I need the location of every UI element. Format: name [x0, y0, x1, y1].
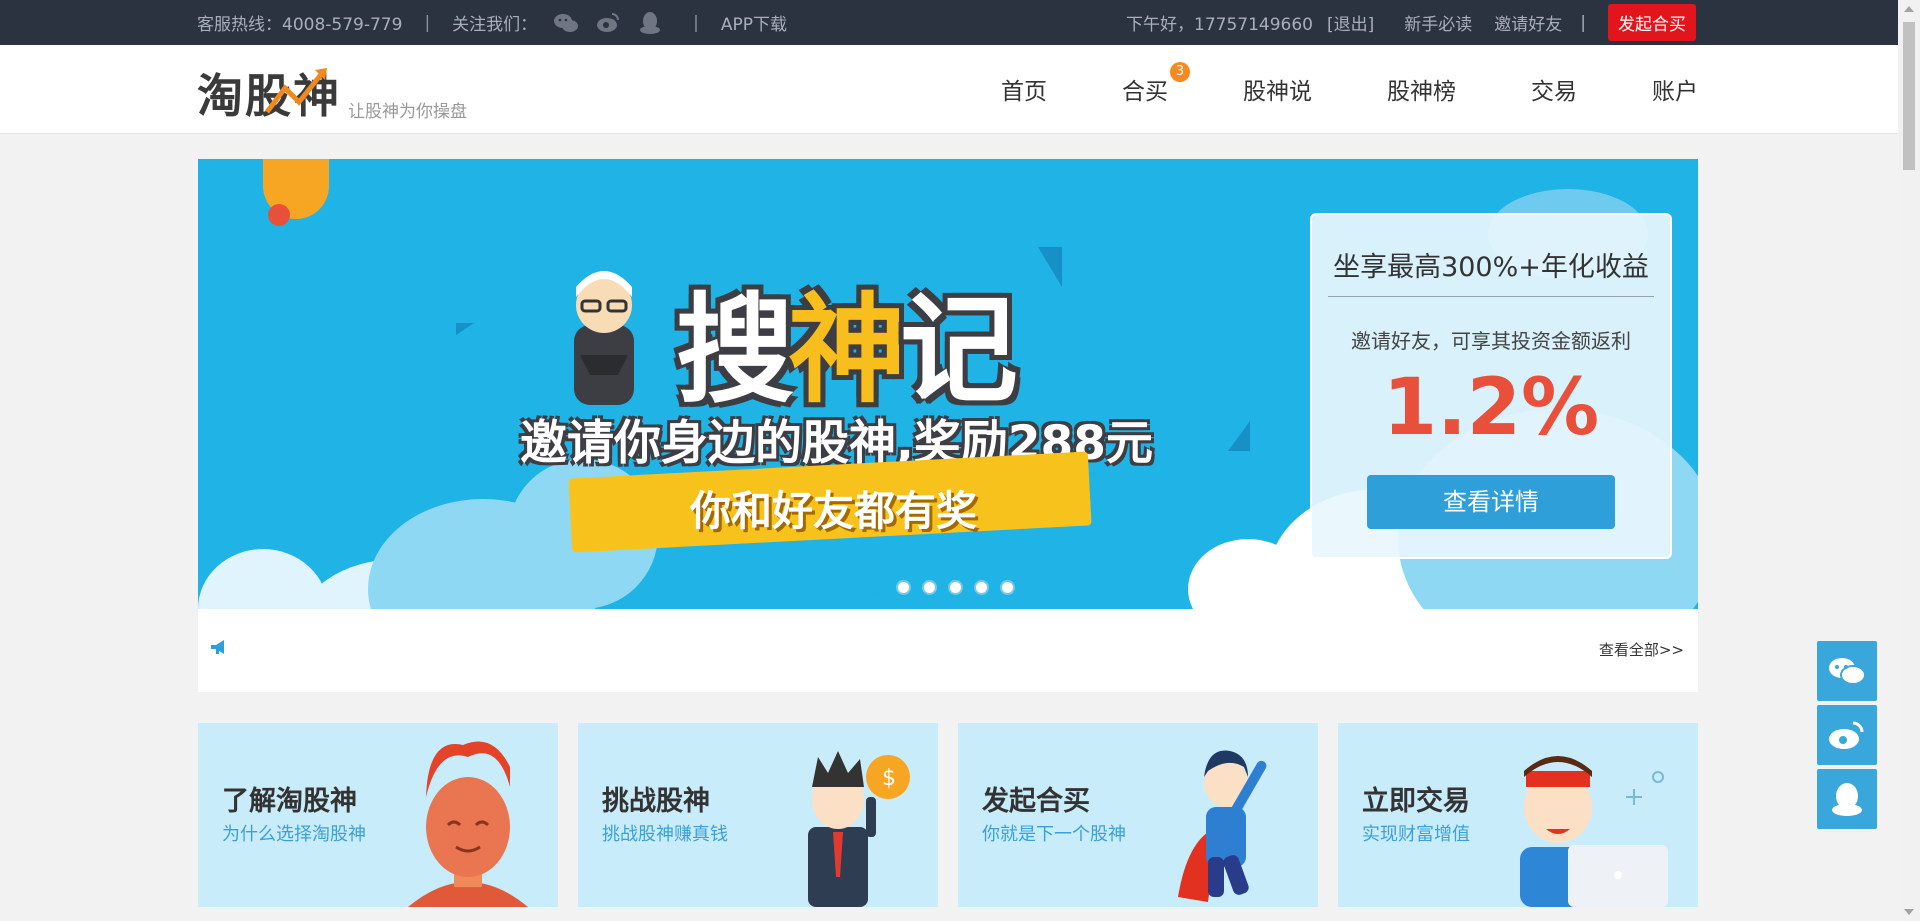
- separator: |: [424, 12, 431, 33]
- vertical-scrollbar[interactable]: [1898, 0, 1920, 921]
- nav-guru-ranking[interactable]: 股神榜: [1387, 72, 1456, 106]
- banner-ribbon-text: 你和好友都有奖: [690, 487, 977, 535]
- feature-title: 发起合买: [982, 786, 1090, 817]
- card-title: 坐享最高300%+年化收益: [1328, 245, 1654, 297]
- carousel-dot[interactable]: [896, 580, 911, 595]
- feature-subtitle: 实现财富增值: [1362, 824, 1470, 845]
- nav-group-buy[interactable]: 合买 3: [1122, 62, 1190, 106]
- view-details-button[interactable]: 查看详情: [1367, 475, 1615, 529]
- trend-arrow-icon: [265, 68, 327, 114]
- side-qq-button[interactable]: [1817, 769, 1877, 829]
- scroll-thumb[interactable]: [1903, 22, 1915, 170]
- side-wechat-button[interactable]: [1817, 641, 1877, 701]
- nav-account[interactable]: 账户: [1652, 72, 1698, 106]
- businessman-coin-icon: $: [808, 751, 910, 907]
- carousel-dot[interactable]: [1000, 580, 1015, 595]
- feature-card-start[interactable]: 发起合买 你就是下一个股神: [958, 723, 1318, 907]
- megaphone-icon: [211, 640, 224, 654]
- superhero-icon: [1178, 750, 1267, 902]
- invite-link[interactable]: 邀请好友: [1494, 10, 1562, 35]
- hotline: 客服热线：4008-579-779: [197, 15, 403, 35]
- newbie-link[interactable]: 新手必读: [1404, 10, 1472, 35]
- start-group-buy-button[interactable]: 发起合买: [1608, 4, 1696, 41]
- invite-card: 坐享最高300%+年化收益 邀请好友，可享其投资金额返利 1.2% 查看详情: [1310, 213, 1672, 559]
- weibo-icon: [1829, 721, 1864, 749]
- title-char-highlight: 神: [788, 281, 906, 419]
- nav-label: 账户: [1652, 79, 1698, 105]
- triangle-decoration: [1038, 247, 1062, 287]
- view-all-link[interactable]: 查看全部>>: [1599, 639, 1684, 660]
- slogan: 让股神为你操盘: [348, 102, 467, 122]
- scroll-down-arrow[interactable]: [1904, 909, 1914, 915]
- nav-label: 交易: [1531, 79, 1577, 105]
- nav-guru-talk[interactable]: 股神说: [1243, 72, 1312, 106]
- feature-title: 立即交易: [1362, 786, 1470, 817]
- cartoon-guru-icon: [574, 271, 634, 405]
- card-description: 邀请好友，可享其投资金额返利: [1351, 329, 1631, 353]
- top-bar: 客服热线：4008-579-779 | 关注我们： | APP下载 下午好，17…: [0, 0, 1898, 45]
- carousel-dot[interactable]: [948, 580, 963, 595]
- feature-card-about[interactable]: 了解淘股神 为什么选择淘股神: [198, 723, 558, 907]
- smiling-man-icon: [408, 741, 528, 907]
- feature-card-challenge[interactable]: 挑战股神 挑战股神赚真钱 $: [578, 723, 938, 907]
- carousel-dot[interactable]: [870, 580, 885, 595]
- nav-home[interactable]: 首页: [1001, 72, 1047, 106]
- feature-subtitle: 你就是下一个股神: [982, 824, 1126, 845]
- balloon-basket: [268, 204, 290, 226]
- wechat-icon[interactable]: [553, 10, 579, 36]
- side-weibo-button[interactable]: [1817, 705, 1877, 765]
- laptop-man-icon: [1520, 756, 1668, 907]
- banner-title: 搜神记: [676, 254, 1018, 425]
- logout-link[interactable]: [退出]: [1327, 10, 1374, 35]
- app-download-link[interactable]: APP下载: [721, 10, 787, 35]
- feature-subtitle: 为什么选择淘股神: [222, 824, 366, 845]
- carousel-dot[interactable]: [922, 580, 937, 595]
- feature-subtitle: 挑战股神赚真钱: [602, 824, 728, 845]
- feature-card-trade[interactable]: 立即交易 实现财富增值: [1338, 723, 1698, 907]
- scroll-up-arrow[interactable]: [1904, 6, 1914, 12]
- rebate-rate: 1.2%: [1382, 363, 1600, 453]
- title-char: 记: [900, 281, 1018, 419]
- nav-label: 股神榜: [1387, 79, 1456, 105]
- nav-label: 合买: [1122, 79, 1168, 105]
- greeting: 下午好，17757149660: [1126, 15, 1313, 35]
- announcement-bar: 查看全部>>: [198, 609, 1698, 692]
- nav-label: 股神说: [1243, 79, 1312, 105]
- nav-trade[interactable]: 交易: [1531, 72, 1577, 106]
- weibo-icon[interactable]: [595, 10, 621, 36]
- main-nav: 首页 合买 3 股神说 股神榜 交易 账户: [1001, 45, 1698, 133]
- qq-icon[interactable]: [637, 10, 663, 36]
- feature-title: 挑战股神: [602, 786, 710, 817]
- qq-icon: [1832, 783, 1862, 816]
- svg-text:$: $: [882, 766, 896, 791]
- title-char: 搜: [676, 281, 794, 419]
- wechat-icon: [1829, 658, 1866, 685]
- separator: |: [1580, 12, 1586, 33]
- notification-badge: 3: [1170, 62, 1190, 82]
- carousel-dots: [870, 580, 1026, 595]
- triangle-decoration: [1228, 421, 1250, 451]
- feature-title: 了解淘股神: [222, 786, 357, 817]
- separator: |: [693, 12, 699, 33]
- follow-label: 关注我们：: [452, 15, 538, 35]
- nav-label: 首页: [1001, 79, 1047, 105]
- triangle-decoration: [456, 323, 474, 335]
- carousel-dot[interactable]: [974, 580, 989, 595]
- promo-banner[interactable]: 搜神记 邀请你身边的股神,奖励288元 你和好友都有奖 坐享最高300%+年化收…: [198, 159, 1698, 609]
- logo[interactable]: 淘股神: [197, 60, 341, 126]
